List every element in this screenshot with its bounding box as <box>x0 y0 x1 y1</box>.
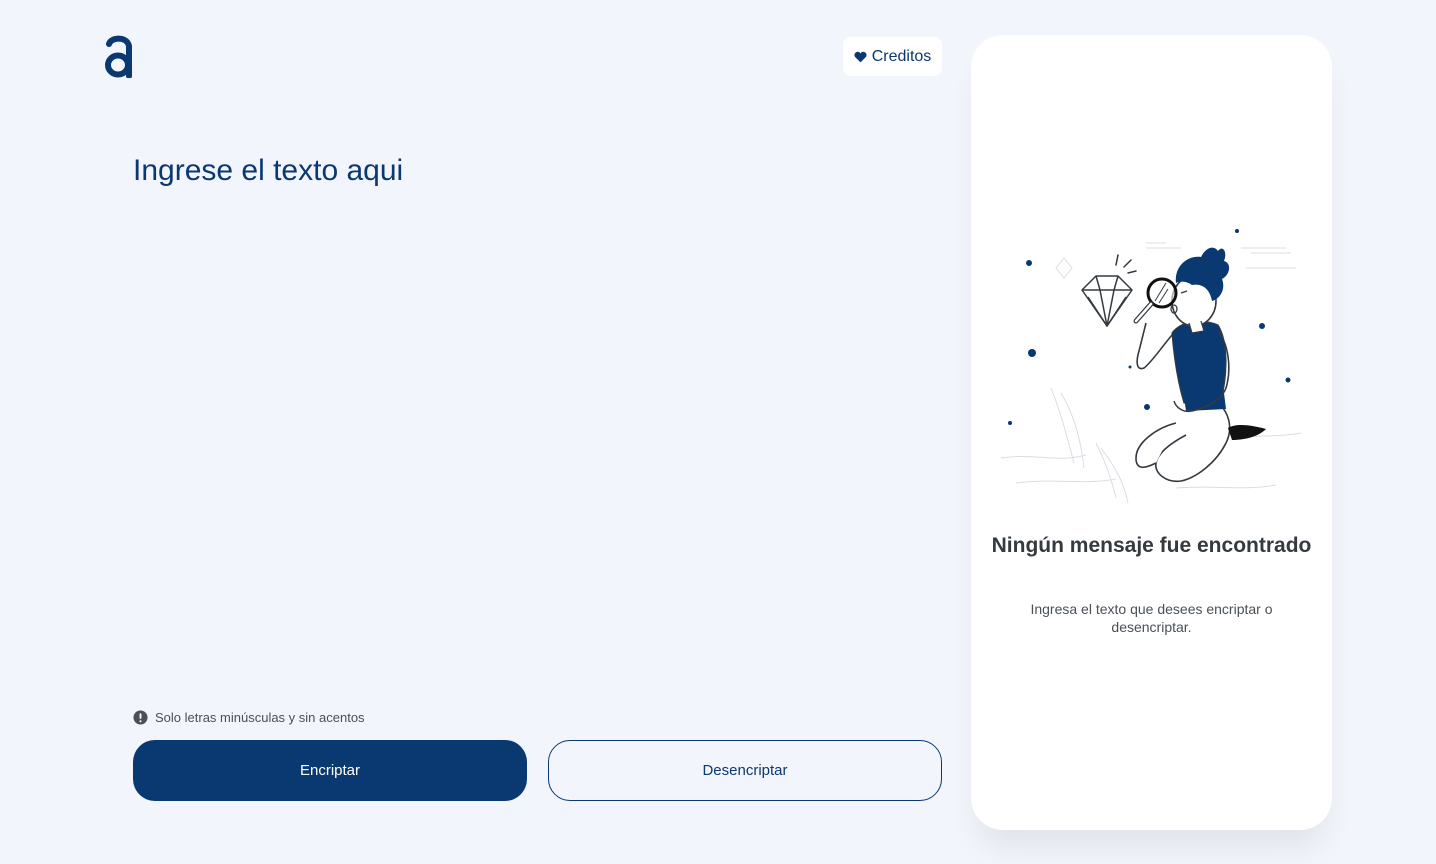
exclamation-circle-icon <box>133 710 148 725</box>
person-with-magnifying-glass-illustration <box>1000 229 1302 504</box>
heart-icon <box>854 51 867 62</box>
text-input[interactable] <box>133 150 933 690</box>
input-hint: Solo letras minúsculas y sin acentos <box>133 710 365 725</box>
output-panel: Ningún mensaje fue encontrado Ingresa el… <box>971 35 1332 830</box>
empty-state-title: Ningún mensaje fue encontrado <box>991 534 1312 557</box>
encrypt-button[interactable]: Encriptar <box>133 740 527 801</box>
credits-button[interactable]: Creditos <box>843 37 942 76</box>
alura-logo-icon <box>105 35 132 78</box>
hint-text: Solo letras minúsculas y sin acentos <box>155 710 365 725</box>
empty-state-subtitle: Ingresa el texto que desees encriptar o … <box>1030 601 1273 635</box>
credits-label: Creditos <box>871 47 932 65</box>
decrypt-button[interactable]: Desencriptar <box>548 740 942 801</box>
